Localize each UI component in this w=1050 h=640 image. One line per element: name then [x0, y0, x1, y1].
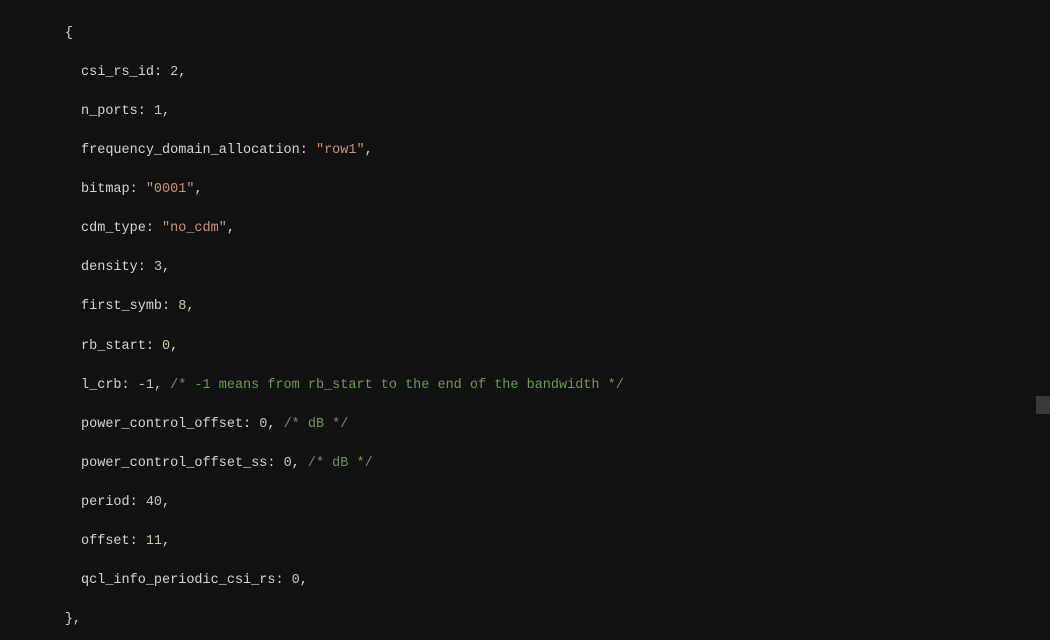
vertical-scrollbar-track[interactable] — [1036, 0, 1050, 640]
code-line: offset: 11, — [0, 532, 1050, 552]
code-line: qcl_info_periodic_csi_rs: 0, — [0, 571, 1050, 591]
code-line: first_symb: 8, — [0, 297, 1050, 317]
vertical-scrollbar-thumb[interactable] — [1036, 396, 1050, 414]
code-line: cdm_type: "no_cdm", — [0, 219, 1050, 239]
code-line: { — [0, 24, 1050, 44]
code-line: power_control_offset: 0, /* dB */ — [0, 415, 1050, 435]
code-line: density: 3, — [0, 258, 1050, 278]
code-line: bitmap: "0001", — [0, 180, 1050, 200]
code-line: }, — [0, 610, 1050, 630]
code-line: frequency_domain_allocation: "row1", — [0, 141, 1050, 161]
code-line: n_ports: 1, — [0, 102, 1050, 122]
code-line: power_control_offset_ss: 0, /* dB */ — [0, 454, 1050, 474]
code-editor[interactable]: { csi_rs_id: 2, n_ports: 1, frequency_do… — [0, 0, 1050, 640]
code-line: rb_start: 0, — [0, 337, 1050, 357]
code-line: l_crb: -1, /* -1 means from rb_start to … — [0, 376, 1050, 396]
code-line: csi_rs_id: 2, — [0, 63, 1050, 83]
code-line: period: 40, — [0, 493, 1050, 513]
